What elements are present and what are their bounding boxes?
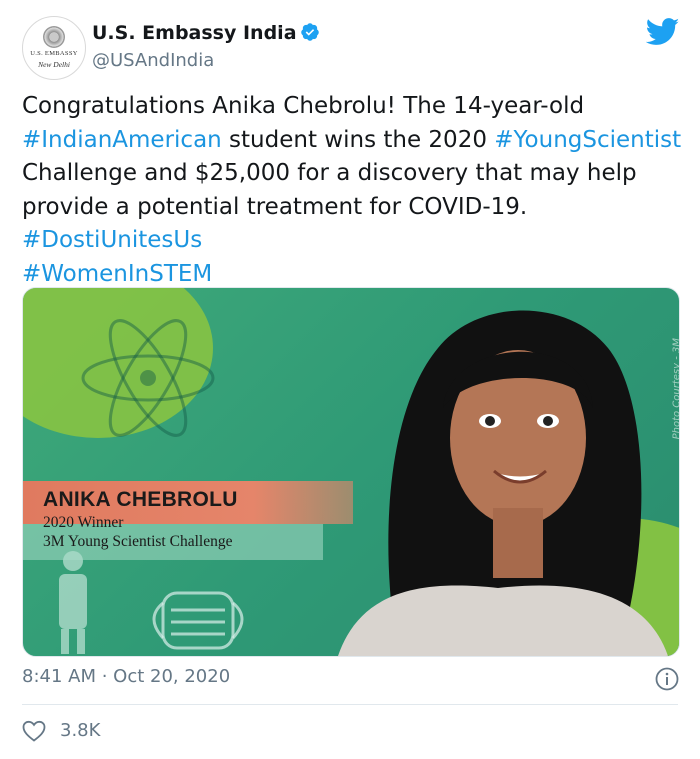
tweet-text-segment: student wins the 2020 [221,126,495,153]
divider [22,704,678,705]
banner-subtitle-line2: 3M Young Scientist Challenge [43,533,233,550]
account-name-text[interactable]: U.S. Embassy India [92,22,297,44]
tweet-text: Congratulations Anika Chebrolu! The 14-y… [22,90,682,291]
like-count: 3.8K [60,720,101,741]
twitter-bird-icon[interactable] [646,18,680,46]
banner-subtitle-line1: 2020 Winner [43,514,124,531]
tweet-header: U.S. EMBASSY New Delhi U.S. Embassy Indi… [22,14,682,80]
heart-icon [22,720,46,742]
info-icon[interactable] [655,667,679,691]
hashtag-link[interactable]: #IndianAmerican [22,127,222,153]
tweet-text-segment: Congratulations Anika Chebrolu! The 14-y… [22,93,585,119]
tweet-photo[interactable]: ANIKA CHEBROLU 2020 Winner 3M Young Scie… [22,287,680,657]
avatar[interactable]: U.S. EMBASSY New Delhi [22,16,86,80]
photo-courtesy: Photo Courtesy - 3M [671,338,680,440]
hashtag-link[interactable]: #YoungScientist [494,127,681,153]
hashtag-link[interactable]: #DostiUnitesUs [22,227,202,253]
avatar-text-line2: New Delhi [38,60,70,69]
embassy-seal-icon [43,26,65,48]
banner-name: ANIKA CHEBROLU [43,488,238,511]
atom-icon [81,319,215,437]
account-handle[interactable]: @USAndIndia [92,50,214,71]
hashtag-link[interactable]: #WomenInSTEM [22,261,212,287]
account-name[interactable]: U.S. Embassy India [92,22,320,44]
verified-badge-icon [300,23,319,41]
tweet-timestamp[interactable]: 8:41 AM · Oct 20, 2020 [22,666,230,687]
portrait-photo [338,310,668,656]
face-mask-icon [152,591,244,650]
scientist-figure-icon [59,551,87,654]
tweet-text-segment: Challenge and $25,000 for a discovery th… [22,160,637,220]
avatar-text-line1: U.S. EMBASSY [30,50,78,57]
